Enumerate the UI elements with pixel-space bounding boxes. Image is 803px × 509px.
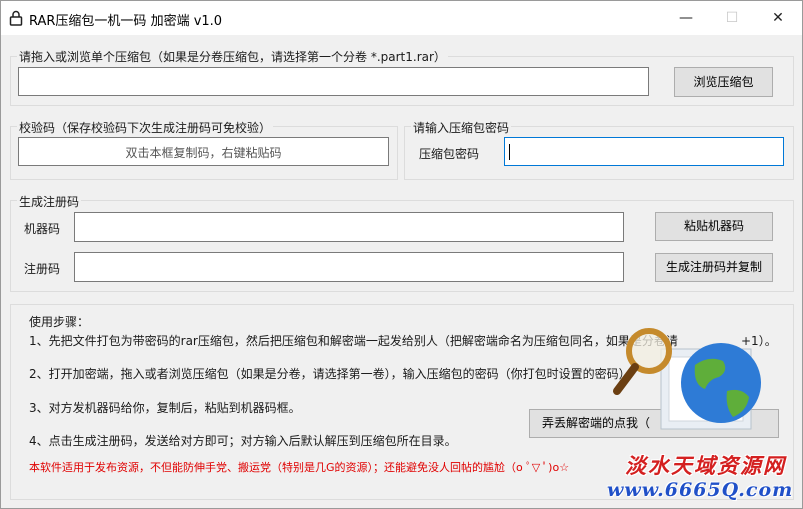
password-input[interactable]	[504, 137, 784, 166]
lock-icon	[9, 10, 23, 26]
globe-magnifier-icon	[613, 328, 761, 430]
register-group-label: 生成注册码	[17, 193, 82, 210]
close-button[interactable]: ✕	[755, 1, 801, 35]
machine-code-label: 机器码	[24, 222, 61, 236]
verify-code-hint: 双击本框复制码，右键粘贴码	[125, 146, 282, 160]
browse-archive-button[interactable]: 浏览压缩包	[674, 67, 773, 97]
step-4: 4、点击生成注册码，发送给对方即可；对方输入后默认解压到压缩包所在目录。	[29, 434, 457, 448]
verify-code-input[interactable]: 双击本框复制码，右键粘贴码	[18, 137, 389, 166]
step-2: 2、打开加密端，拖入或者浏览压缩包（如果是分卷，请选择第一卷），输入压缩包的密码…	[29, 367, 637, 381]
maximize-button[interactable]: ☐	[709, 1, 755, 35]
paste-machine-code-button[interactable]: 粘贴机器码	[655, 212, 773, 241]
verify-group-label: 校验码（保存校验码下次生成注册码可免校验）	[17, 119, 274, 136]
minimize-button[interactable]: —	[663, 1, 709, 35]
text-caret	[509, 144, 510, 160]
app-window: RAR压缩包一机一码 加密端 v1.0 — ☐ ✕ 请拖入或浏览单个压缩包（如果…	[0, 0, 803, 509]
watermark-site-name: 淡水天域资源网	[625, 453, 786, 478]
window-title: RAR压缩包一机一码 加密端 v1.0	[29, 14, 223, 29]
title-bar: RAR压缩包一机一码 加密端 v1.0 — ☐ ✕	[1, 1, 802, 35]
file-group-label: 请拖入或浏览单个压缩包（如果是分卷压缩包，请选择第一个分卷 *.part1.ra…	[17, 48, 448, 65]
password-field-label: 压缩包密码	[419, 147, 480, 161]
register-code-label: 注册码	[24, 262, 61, 276]
watermark-url: www.6665Q.com	[607, 479, 794, 501]
machine-code-input[interactable]	[74, 212, 624, 242]
warning-text: 本软件适用于发布资源，不但能防伸手党、搬运党（特别是几G的资源）；还能避免没人回…	[29, 461, 570, 474]
password-group-label: 请输入压缩包密码	[411, 119, 512, 136]
archive-path-input[interactable]	[18, 67, 649, 96]
steps-title: 使用步骤：	[29, 315, 90, 329]
generate-register-code-button[interactable]: 生成注册码并复制	[655, 253, 773, 282]
register-code-input[interactable]	[74, 252, 624, 282]
step-1: 1、先把文件打包为带密码的rar压缩包，然后把压缩包和解密端一起发给别人（把解密…	[29, 334, 678, 348]
step-3: 3、对方发机器码给你，复制后，粘贴到机器码框。	[29, 401, 301, 415]
